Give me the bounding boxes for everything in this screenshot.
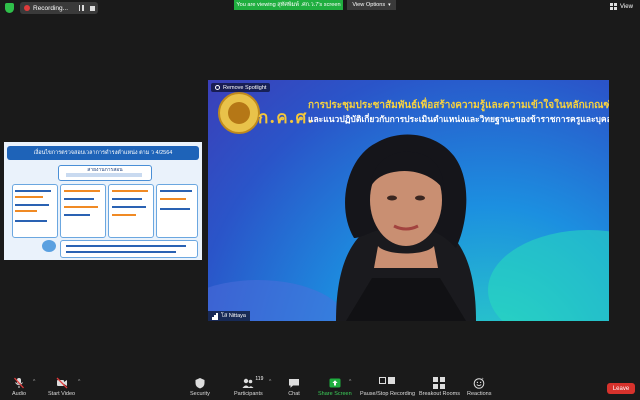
- audio-level-icon: [212, 312, 218, 320]
- slide-text-line: [160, 190, 192, 192]
- slide-column-mid-left: [60, 184, 106, 238]
- slide-text-line: [66, 251, 176, 253]
- meeting-toolbar: Audio ^ Start Video ^ Security 119 Parti…: [0, 372, 640, 400]
- reactions-label: Reactions: [467, 391, 492, 397]
- chat-label: Chat: [288, 391, 300, 397]
- participants-label: Participants: [234, 391, 263, 397]
- pause-recording-icon[interactable]: [76, 4, 86, 12]
- video-camera-off-icon: [56, 377, 68, 389]
- recording-label: Recording...: [33, 4, 69, 12]
- recording-indicator: Recording...: [20, 2, 98, 14]
- audio-button[interactable]: Audio: [12, 372, 26, 400]
- slide-illustration: [42, 240, 56, 252]
- slide-text-line: [112, 190, 148, 192]
- share-screen-label: Share Screen: [318, 391, 352, 397]
- banner-headline-1: การประชุมประชาสัมพันธ์เพื่อสร้างความรู้แ…: [308, 100, 609, 111]
- participant-name-tag: โส Nittaya: [208, 311, 250, 321]
- background-wave: [488, 230, 609, 321]
- slide-text-line: [160, 198, 186, 200]
- stop-recording-icon[interactable]: [87, 4, 97, 12]
- audio-label: Audio: [12, 391, 27, 397]
- grid-view-icon: [610, 3, 617, 10]
- participant-name: โส Nittaya: [221, 313, 246, 319]
- slide-footer-box: [60, 240, 198, 258]
- slide-text-line: [15, 210, 37, 212]
- slide-text-line: [15, 196, 43, 198]
- audio-options-caret-icon[interactable]: ^: [33, 379, 35, 385]
- top-bar: Recording... You are viewing สุทัศพิมพ์ …: [0, 0, 640, 16]
- share-screen-icon: [329, 378, 341, 388]
- smiley-reaction-icon: +: [473, 377, 485, 389]
- brand-text: ก.ค.ศ.: [258, 108, 315, 128]
- recording-dot-icon: [24, 5, 30, 11]
- slide-text-line: [15, 190, 51, 192]
- slide-subtitle-bar: [66, 173, 142, 177]
- video-options-caret-icon[interactable]: ^: [78, 379, 80, 385]
- slide-text-line: [66, 245, 186, 247]
- shared-screen-slide[interactable]: เงื่อนไขการตรวจสอบเวลาการดำรงตำแหน่ง ตาม…: [4, 142, 202, 260]
- participant-count: 119: [255, 376, 264, 382]
- viewing-screen-banner: You are viewing สุทัศพิมพ์ .ศก.ว.7's scr…: [234, 0, 343, 10]
- slide-title: เงื่อนไขการตรวจสอบเวลาการดำรงตำแหน่ง ตาม…: [7, 146, 199, 160]
- spotlight-video-tile[interactable]: Remove Spotlight ก.ค.ศ. การประชุมประชาสั…: [208, 80, 609, 321]
- slide-text-line: [160, 208, 190, 210]
- reactions-button[interactable]: + Reactions: [467, 372, 491, 400]
- view-label: View: [620, 3, 633, 10]
- participants-button[interactable]: 119 Participants: [234, 372, 263, 400]
- spotlight-icon: [215, 85, 220, 90]
- start-video-label: Start Video: [48, 391, 76, 397]
- breakout-rooms-label: Breakout Rooms: [419, 391, 460, 397]
- chat-button[interactable]: Chat: [288, 372, 300, 400]
- remove-spotlight-label: Remove Spotlight: [223, 84, 267, 91]
- view-options-button[interactable]: View Options ▾: [347, 0, 396, 10]
- share-screen-button[interactable]: Share Screen: [318, 372, 352, 400]
- view-button[interactable]: View: [610, 3, 633, 10]
- security-button[interactable]: Security: [190, 372, 210, 400]
- slide-text-line: [112, 214, 136, 216]
- chat-bubble-icon: [289, 379, 299, 388]
- slide-column-right: [156, 184, 198, 238]
- remove-spotlight-button[interactable]: Remove Spotlight: [211, 83, 271, 92]
- slide-text-line: [64, 190, 100, 192]
- speaker-video: [336, 134, 476, 321]
- breakout-rooms-button[interactable]: Breakout Rooms: [419, 372, 460, 400]
- slide-text-line: [64, 198, 94, 200]
- slide-text-line: [64, 206, 98, 208]
- slide-text-line: [15, 204, 49, 206]
- svg-text:+: +: [482, 377, 485, 381]
- microphone-muted-icon: [14, 377, 25, 389]
- pause-stop-recording-button[interactable]: Pause/Stop Recording: [360, 372, 415, 400]
- slide-text-line: [15, 220, 47, 222]
- slide-text-line: [64, 214, 90, 216]
- share-options-caret-icon[interactable]: ^: [349, 379, 351, 385]
- ksp-logo: [218, 92, 260, 134]
- participants-options-caret-icon[interactable]: ^: [269, 379, 271, 385]
- participants-icon: [242, 378, 254, 388]
- participants-icon-wrap: 119: [242, 376, 263, 389]
- leave-meeting-button[interactable]: Leave: [607, 383, 635, 394]
- banner-headline-2: และแนวปฏิบัติเกี่ยวกับการประเมินตำแหน่งแ…: [308, 114, 609, 124]
- start-video-button[interactable]: Start Video: [48, 372, 75, 400]
- slide-text-line: [112, 206, 146, 208]
- encryption-shield-icon[interactable]: [5, 3, 14, 13]
- chevron-down-icon: ▾: [388, 2, 391, 8]
- slide-column-mid-right: [108, 184, 154, 238]
- view-options-label: View Options: [352, 2, 386, 8]
- shield-icon: [195, 378, 205, 389]
- pause-stop-recording-label: Pause/Stop Recording: [360, 391, 416, 397]
- slide-text-line: [112, 198, 142, 200]
- pause-stop-icon: [378, 377, 397, 389]
- security-label: Security: [190, 391, 210, 397]
- breakout-rooms-icon: [433, 377, 445, 389]
